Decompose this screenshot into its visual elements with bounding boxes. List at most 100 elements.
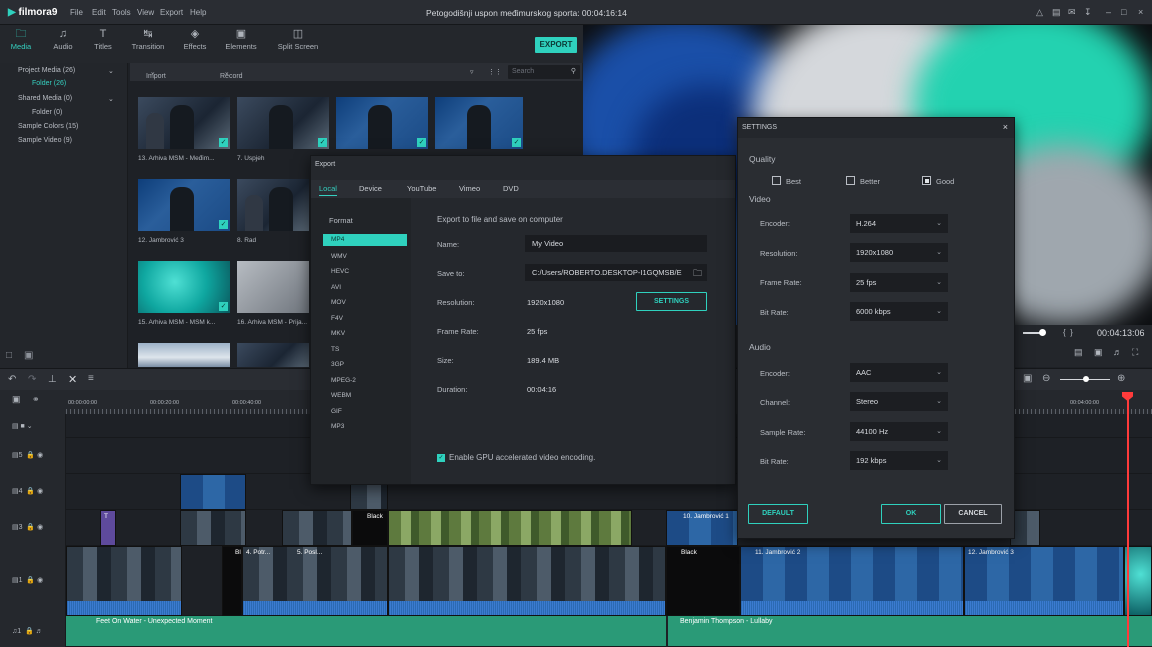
- media-thumbnail[interactable]: ✓: [138, 261, 230, 313]
- audio-encoder-select[interactable]: AAC ⌄: [850, 363, 948, 382]
- eye-icon[interactable]: ◉: [37, 524, 43, 531]
- audio-bitrate-select[interactable]: 192 kbps ⌄: [850, 451, 948, 470]
- menu-tools[interactable]: Tools: [112, 8, 131, 17]
- render-icon[interactable]: ▤: [1074, 347, 1083, 358]
- tab-media[interactable]: 🗀 Media: [0, 28, 42, 51]
- timeline-clip[interactable]: 10. Jambrović 1: [666, 510, 738, 546]
- save-icon[interactable]: ▤: [1052, 7, 1061, 18]
- name-input[interactable]: My Video: [525, 235, 707, 252]
- audio-samplerate-select[interactable]: 44100 Hz ⌄: [850, 422, 948, 441]
- format-item[interactable]: GIF: [323, 406, 407, 418]
- cancel-button[interactable]: CANCEL: [944, 504, 1002, 524]
- black-clip[interactable]: Black: [666, 546, 740, 616]
- new-folder-icon[interactable]: □: [6, 350, 12, 361]
- delete-icon[interactable]: ⊥: [48, 374, 57, 385]
- grid-view-icon[interactable]: ⋮⋮: [488, 68, 502, 76]
- filter-icon[interactable]: ▿: [470, 68, 474, 76]
- mail-icon[interactable]: ✉: [1068, 7, 1076, 18]
- sidebar-item-sample-colors[interactable]: Sample Colors (15): [0, 123, 128, 130]
- format-item[interactable]: TS: [323, 344, 407, 356]
- audio-track-1[interactable]: Feet On Water - Unexpected Moment Benjam…: [66, 616, 1152, 647]
- audio-channel-select[interactable]: Stereo ⌄: [850, 392, 948, 411]
- timeline-clip[interactable]: [282, 510, 352, 546]
- tab-youtube[interactable]: YouTube: [407, 184, 436, 193]
- media-thumbnail[interactable]: [138, 343, 230, 367]
- tab-audio[interactable]: ♫ Audio: [42, 28, 84, 51]
- timeline-clip[interactable]: [180, 510, 246, 546]
- video-framerate-select[interactable]: 25 fps ⌄: [850, 273, 948, 292]
- lock-icon[interactable]: 🔒: [25, 628, 34, 635]
- title-clip[interactable]: T: [100, 510, 116, 546]
- volume-icon[interactable]: ♬: [36, 628, 43, 635]
- zoom-out-icon[interactable]: ⊖: [1042, 373, 1050, 384]
- timeline-clip[interactable]: 11. Jambrović 2: [740, 546, 964, 616]
- sidebar-item-shared-media[interactable]: Shared Media (0) ⌄: [0, 95, 128, 103]
- menu-file[interactable]: File: [70, 8, 83, 17]
- menu-edit[interactable]: Edit: [92, 8, 106, 17]
- zoom-handle[interactable]: [1083, 376, 1089, 382]
- tab-elements[interactable]: ▣ Elements: [220, 28, 262, 51]
- media-thumbnail[interactable]: ✓: [138, 179, 230, 231]
- video-resolution-select[interactable]: 1920x1080 ⌄: [850, 243, 948, 262]
- tab-device[interactable]: Device: [359, 184, 382, 193]
- adjust-icon[interactable]: ≡: [88, 373, 94, 384]
- import-dropdown[interactable]: Import ⌄: [146, 68, 166, 80]
- tab-vimeo[interactable]: Vimeo: [459, 184, 480, 193]
- undo-icon[interactable]: ↶: [8, 374, 16, 385]
- timeline-clip[interactable]: Bl: [222, 546, 242, 616]
- progress-handle[interactable]: [1039, 329, 1046, 336]
- playhead[interactable]: [1127, 392, 1129, 647]
- download-icon[interactable]: ↧: [1084, 7, 1092, 18]
- media-thumbnail[interactable]: ✓: [336, 97, 428, 149]
- cut-icon[interactable]: ✕: [68, 373, 77, 386]
- add-track-icon[interactable]: ▣: [12, 394, 21, 405]
- quality-best-radio[interactable]: [772, 176, 781, 185]
- media-thumbnail[interactable]: ✓: [138, 97, 230, 149]
- sidebar-item-folder-26[interactable]: Folder (26): [0, 80, 128, 87]
- sidebar-item-folder-0[interactable]: Folder (0): [0, 109, 128, 116]
- menu-export[interactable]: Export: [160, 8, 183, 17]
- timeline-clip[interactable]: 12. Jambrović 3: [964, 546, 1124, 616]
- sidebar-item-sample-video[interactable]: Sample Video (9): [0, 137, 128, 144]
- lock-icon[interactable]: 🔒: [26, 488, 35, 495]
- maximize-button[interactable]: □: [1121, 7, 1126, 17]
- video-encoder-select[interactable]: H.264 ⌄: [850, 214, 948, 233]
- black-clip[interactable]: Black: [352, 510, 388, 546]
- timeline-clip[interactable]: [388, 510, 632, 546]
- format-item[interactable]: MP3: [323, 421, 407, 433]
- redo-icon[interactable]: ↷: [28, 374, 36, 385]
- menu-help[interactable]: Help: [190, 8, 206, 17]
- lock-icon[interactable]: 🔒: [26, 577, 35, 584]
- tab-titles[interactable]: T Titles: [82, 28, 124, 51]
- volume-icon[interactable]: ♬: [1113, 347, 1122, 357]
- timeline-clip[interactable]: [180, 474, 246, 510]
- format-item[interactable]: MKV: [323, 328, 407, 340]
- default-button[interactable]: DEFAULT: [748, 504, 808, 524]
- save-to-input[interactable]: C:/Users/ROBERTO.DESKTOP-I1GQMSB/E: [525, 264, 707, 281]
- tab-dvd[interactable]: DVD: [503, 184, 519, 193]
- zoom-in-icon[interactable]: ⊕: [1117, 373, 1125, 384]
- media-thumbnail[interactable]: ✓: [435, 97, 523, 149]
- search-input[interactable]: Search ⚲: [508, 65, 580, 79]
- eye-icon[interactable]: ◉: [37, 577, 43, 584]
- lock-icon[interactable]: 🔒: [26, 524, 35, 531]
- tab-split-screen[interactable]: ◫ Split Screen: [274, 28, 322, 51]
- media-thumbnail[interactable]: [237, 343, 309, 367]
- format-item[interactable]: HEVC: [323, 266, 407, 278]
- timeline-clip[interactable]: [388, 546, 666, 616]
- timeline-clip[interactable]: 4. Potr... 5. Posl...: [242, 546, 388, 616]
- record-dropdown[interactable]: Record ⌄: [220, 68, 243, 80]
- format-item[interactable]: MOV: [323, 297, 407, 309]
- open-folder-icon[interactable]: ▣: [24, 350, 33, 361]
- zoom-fit-icon[interactable]: ▣: [1023, 373, 1032, 384]
- video-bitrate-select[interactable]: 6000 kbps ⌄: [850, 302, 948, 321]
- folder-icon[interactable]: 🗀: [693, 266, 702, 282]
- timeline-clip[interactable]: [350, 484, 388, 510]
- gpu-checkbox[interactable]: ✓: [437, 454, 445, 462]
- minimize-button[interactable]: –: [1106, 7, 1111, 17]
- quality-better-radio[interactable]: [846, 176, 855, 185]
- snapshot-icon[interactable]: ▣: [1094, 347, 1103, 358]
- eye-icon[interactable]: ◉: [37, 488, 43, 495]
- close-icon[interactable]: ×: [1003, 122, 1008, 132]
- format-item[interactable]: WEBM: [323, 390, 407, 402]
